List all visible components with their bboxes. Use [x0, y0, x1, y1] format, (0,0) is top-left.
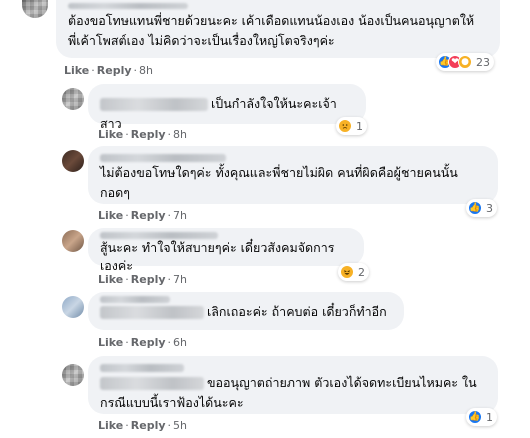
- reply-link[interactable]: Reply: [131, 273, 166, 286]
- reaction-count: 2: [358, 265, 365, 279]
- reaction-count: 1: [486, 410, 493, 424]
- like-link[interactable]: Like: [98, 336, 123, 349]
- like-link[interactable]: Like: [64, 64, 89, 77]
- reaction-summary[interactable]: 👍 1: [466, 408, 497, 426]
- comment-text: ไม่ต้องขอโทษใดๆค่ะ ทั้งคุณและพี่ชายไม่ผิ…: [100, 165, 458, 200]
- blurred-name[interactable]: [100, 306, 204, 319]
- timestamp[interactable]: 6h: [173, 336, 187, 349]
- author-name-blurred[interactable]: [68, 3, 188, 9]
- comment-text: สู้นะคะ ทำใจให้สบายๆค่ะ เดี๋ยวสังคมจัดกา…: [100, 240, 335, 273]
- comment-bubble: เลิกเถอะค่ะ ถ้าคบต่อ เดี๋ยวก็ทำอีก: [88, 292, 404, 330]
- reply-link[interactable]: Reply: [131, 419, 166, 432]
- comment-actions: Like · Reply · 6h: [98, 336, 187, 349]
- like-link[interactable]: Like: [98, 209, 123, 222]
- reply-link[interactable]: Reply: [131, 209, 166, 222]
- comment-bubble: เป็นกำลังใจให้นะคะเจ้าสาว: [88, 84, 366, 131]
- commenter-avatar[interactable]: [62, 230, 84, 252]
- commenter-avatar[interactable]: [62, 88, 84, 110]
- comment-bubble: ไม่ต้องขอโทษใดๆค่ะ ทั้งคุณและพี่ชายไม่ผิ…: [88, 146, 498, 204]
- timestamp[interactable]: 7h: [173, 273, 187, 286]
- like-link[interactable]: Like: [98, 128, 123, 141]
- reply-link[interactable]: Reply: [131, 128, 166, 141]
- timestamp[interactable]: 7h: [173, 209, 187, 222]
- blurred-name[interactable]: [100, 377, 204, 390]
- reaction-count: 23: [476, 55, 490, 69]
- reaction-count: 3: [486, 201, 493, 215]
- timestamp[interactable]: 5h: [173, 419, 187, 432]
- comment-bubble: ขออนุญาตถ่ายภาพ ตัวเองได้จดทะเบียนไหมคะ …: [88, 356, 498, 414]
- author-name-blurred[interactable]: [100, 364, 184, 372]
- reaction-summary[interactable]: 👍 ❤ ● 23: [436, 53, 494, 71]
- comment-actions: Like · Reply · 7h: [98, 209, 187, 222]
- author-name-blurred[interactable]: [100, 232, 218, 239]
- reaction-count: 1: [356, 119, 363, 133]
- comment-actions: Like · Reply · 8h: [64, 64, 153, 77]
- like-link[interactable]: Like: [98, 273, 123, 286]
- haha-icon: [340, 265, 354, 279]
- reply-link[interactable]: Reply: [131, 336, 166, 349]
- comment-text: ต้องขอโทษแทนพี่ชายด้วยนะคะ เค้าเดือดแทนน…: [68, 13, 475, 48]
- like-icon: 👍: [468, 410, 482, 424]
- reaction-summary[interactable]: 👍 3: [466, 199, 497, 217]
- reaction-summary[interactable]: 2: [338, 263, 369, 281]
- like-icon: 👍: [468, 201, 482, 215]
- reaction-summary[interactable]: 1: [336, 117, 367, 135]
- comment-actions: Like · Reply · 8h: [98, 128, 187, 141]
- like-link[interactable]: Like: [98, 419, 123, 432]
- comment-text: เลิกเถอะค่ะ ถ้าคบต่อ เดี๋ยวก็ทำอีก: [100, 303, 392, 321]
- reply-link[interactable]: Reply: [97, 64, 132, 77]
- comment-actions: Like · Reply · 7h: [98, 273, 187, 286]
- comment-actions: Like · Reply · 5h: [98, 419, 187, 432]
- sad-icon: [338, 119, 352, 133]
- comment-text: ขออนุญาตถ่ายภาพ ตัวเองได้จดทะเบียนไหมคะ …: [100, 375, 477, 410]
- timestamp[interactable]: 8h: [139, 64, 153, 77]
- timestamp[interactable]: 8h: [173, 128, 187, 141]
- blurred-name[interactable]: [100, 98, 208, 111]
- commenter-avatar[interactable]: [62, 364, 84, 386]
- author-name-blurred[interactable]: [100, 296, 170, 303]
- comment-bubble: ต้องขอโทษแทนพี่ชายด้วยนะคะ เค้าเดือดแทนน…: [56, 0, 500, 58]
- commenter-avatar[interactable]: [22, 0, 48, 18]
- author-name-blurred[interactable]: [100, 154, 226, 162]
- comment-bubble: สู้นะคะ ทำใจให้สบายๆค่ะ เดี๋ยวสังคมจัดกา…: [88, 228, 364, 273]
- commenter-avatar[interactable]: [62, 150, 84, 172]
- commenter-avatar[interactable]: [62, 296, 84, 318]
- wow-icon: ●: [458, 55, 472, 69]
